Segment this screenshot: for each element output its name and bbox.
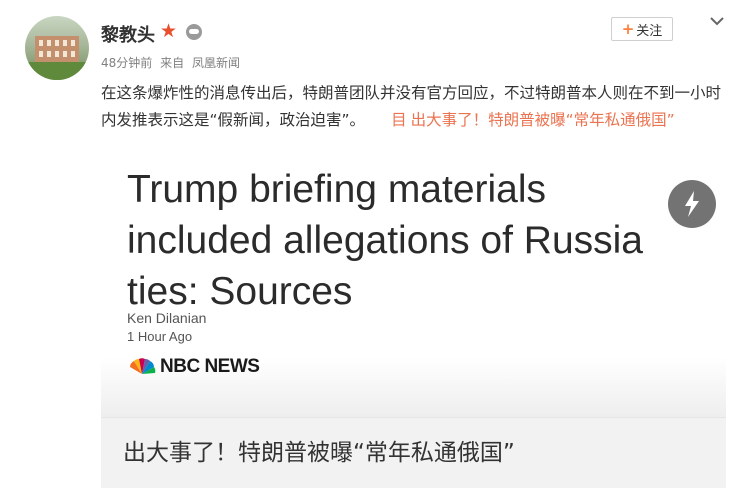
plus-icon: + (621, 20, 635, 38)
star-icon: ★ (160, 20, 178, 42)
username[interactable]: 黎教头 (101, 21, 155, 47)
article-link[interactable]: 出大事了！特朗普被曝“常年私通俄国” (411, 111, 675, 129)
source-prefix: 来自 (160, 56, 185, 70)
chevron-down-icon[interactable] (708, 12, 726, 30)
video-play-button[interactable] (668, 180, 716, 228)
card-headline: Trump briefing materials included allega… (127, 168, 643, 313)
member-badge-icon[interactable] (186, 24, 202, 40)
post-meta: 48分钟前 来自 凤凰新闻 (101, 54, 244, 71)
peacock-icon (130, 358, 156, 376)
avatar[interactable] (25, 16, 89, 80)
card-time-ago: 1 Hour Ago (127, 329, 193, 344)
card-caption[interactable]: 出大事了！特朗普被曝“常年私通俄国” (101, 418, 726, 488)
lightning-icon (685, 191, 699, 217)
nbc-logo-text: NBC NEWS (160, 356, 260, 377)
avatar-building (35, 36, 79, 62)
link-icon[interactable]: 目 (391, 111, 407, 129)
avatar-grass (25, 62, 89, 80)
follow-label: 关注 (636, 23, 663, 39)
article-card-image[interactable]: Trump briefing materials included allega… (101, 168, 726, 418)
post-source[interactable]: 凤凰新闻 (192, 56, 240, 70)
card-byline: Ken Dilanian (127, 310, 207, 326)
post-text: 在这条爆炸性的消息传出后，特朗普团队并没有官方回应，不过特朗普本人则在不到一小时… (101, 80, 721, 134)
nbc-news-logo: NBC NEWS (127, 356, 260, 378)
follow-button[interactable]: + 关注 (611, 17, 673, 41)
post-time[interactable]: 48分钟前 (101, 56, 152, 70)
